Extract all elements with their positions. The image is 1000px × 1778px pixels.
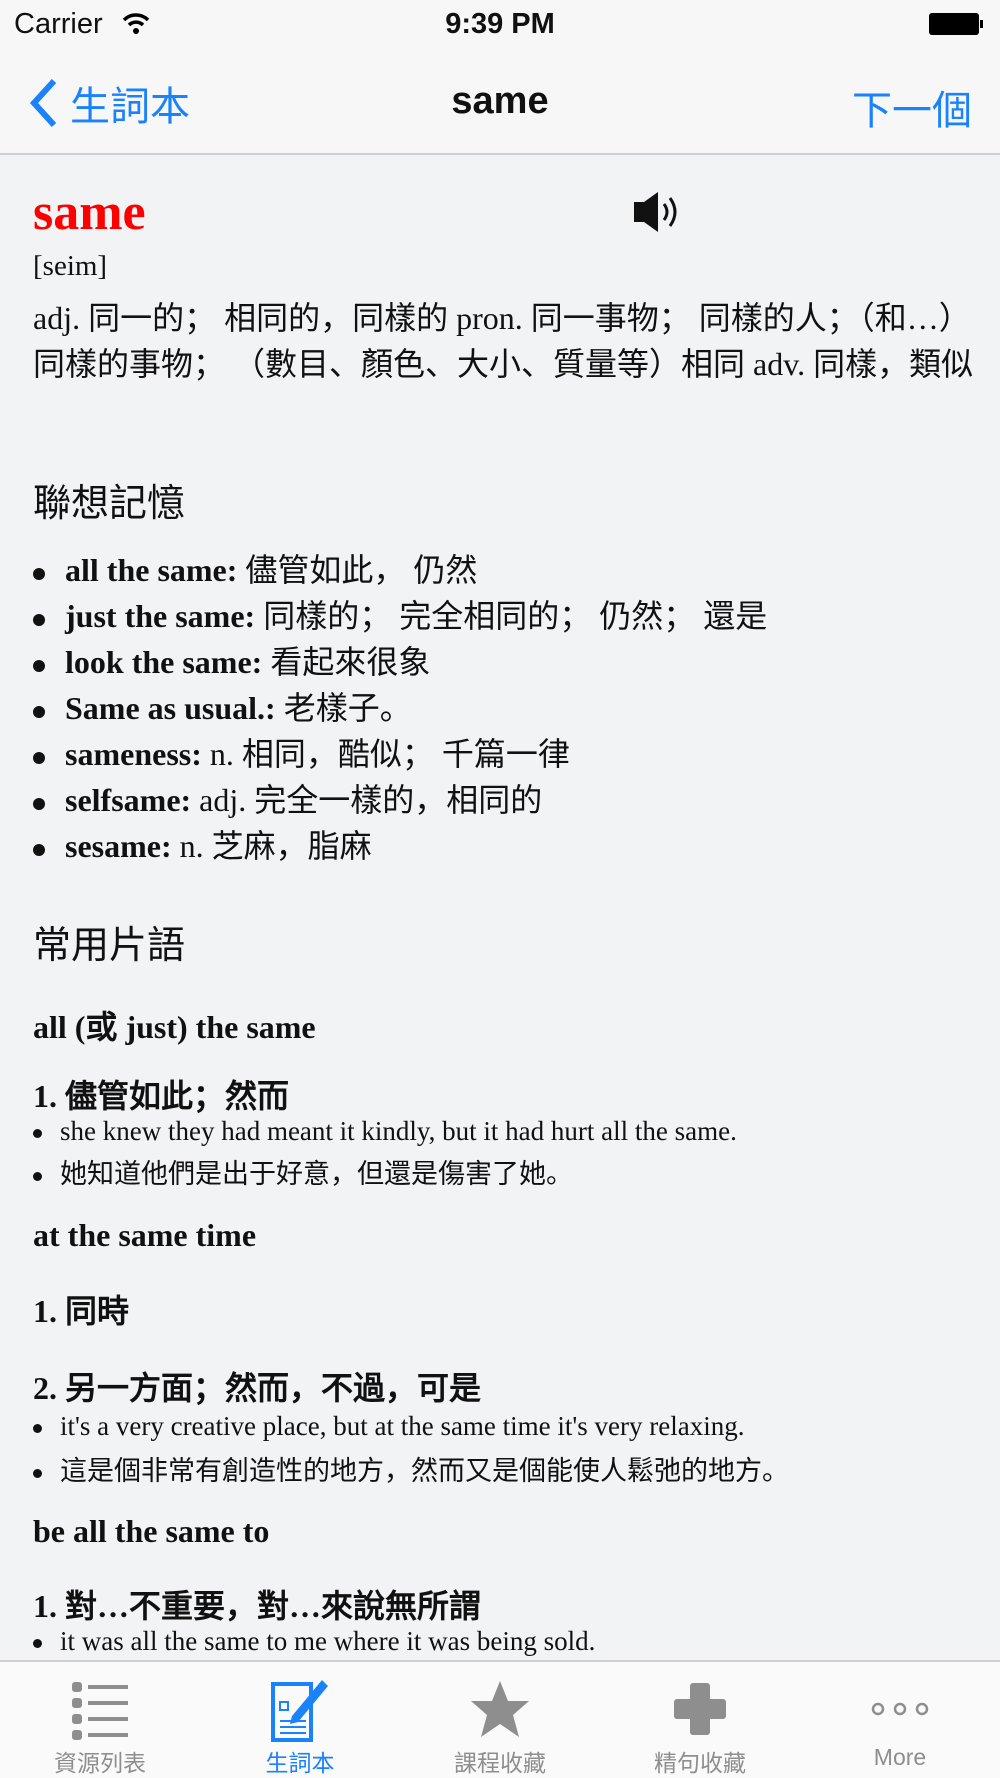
tab-label: 生詞本 bbox=[265, 1750, 335, 1776]
tab-vocabulary[interactable]: 生詞本 bbox=[200, 1662, 400, 1778]
meaning: 看起來很象 bbox=[262, 644, 431, 680]
tab-resources[interactable]: 資源列表 bbox=[0, 1662, 200, 1778]
example: she knew they had meant it kindly, but i… bbox=[33, 1116, 737, 1147]
list-item: selfsame: adj. 完全一樣的，相同的 bbox=[33, 775, 542, 821]
phrase: be all the same to bbox=[33, 1513, 270, 1549]
headword: same bbox=[33, 184, 146, 241]
meaning: n. 芝麻，脂麻 bbox=[171, 828, 372, 864]
assoc-heading: 聯想記憶 bbox=[33, 481, 186, 525]
tab-more[interactable]: More bbox=[800, 1662, 1000, 1778]
definition: adj. 同一的； 相同的，同樣的 pron. 同一事物； 同樣的人；（和…）同… bbox=[33, 300, 974, 382]
sense: 1. 儘管如此；然而 bbox=[33, 1078, 290, 1114]
list-item: just the same: 同樣的； 完全相同的； 仍然； 還是 bbox=[33, 591, 767, 637]
term: sesame: bbox=[65, 828, 172, 864]
list-item: sesame: n. 芝麻，脂麻 bbox=[33, 821, 372, 867]
meaning: 儘管如此， 仍然 bbox=[237, 552, 478, 588]
example: 她知道他們是出于好意，但還是傷害了她。 bbox=[33, 1152, 573, 1191]
tab-label: 精句收藏 bbox=[654, 1750, 746, 1776]
phrase: all (或 just) the same bbox=[33, 1009, 316, 1045]
more-icon bbox=[871, 1702, 929, 1716]
term: Same as usual.: bbox=[65, 690, 276, 726]
tab-course-favorites[interactable]: 課程收藏 bbox=[400, 1662, 600, 1778]
list-icon bbox=[72, 1682, 128, 1740]
star-icon bbox=[471, 1681, 529, 1737]
meaning: 老樣子。 bbox=[275, 690, 412, 726]
tab-bar: 資源列表 生詞本 課程收藏 精句收藏 More bbox=[0, 1660, 1000, 1778]
meaning: n. 相同，酷似； 千篇一律 bbox=[201, 736, 570, 772]
sense: 1. 對…不重要，對…來說無所謂 bbox=[33, 1588, 482, 1624]
sense: 1. 同時 bbox=[33, 1293, 130, 1329]
example: 這是個非常有創造性的地方，然而又是個能使人鬆弛的地方。 bbox=[33, 1449, 789, 1488]
phrase: at the same time bbox=[33, 1217, 257, 1253]
navigation-bar: 生詞本 same 下一個 bbox=[0, 48, 1000, 155]
list-item: Same as usual.: 老樣子。 bbox=[33, 683, 412, 729]
phonetic: [seim] bbox=[33, 250, 108, 282]
page-title: same bbox=[451, 80, 549, 122]
term: selfsame: bbox=[65, 782, 192, 818]
meaning: adj. 完全一樣的，相同的 bbox=[191, 782, 543, 818]
phrase-heading: 常用片語 bbox=[33, 923, 186, 967]
list-item: all the same: 儘管如此， 仍然 bbox=[33, 545, 477, 591]
battery-icon bbox=[929, 13, 983, 35]
term: just the same: bbox=[65, 598, 256, 634]
sense: 2. 另一方面；然而，不過，可是 bbox=[33, 1370, 482, 1406]
notebook-pencil-icon bbox=[271, 1680, 328, 1742]
example: it's a very creative place, but at the s… bbox=[33, 1411, 744, 1442]
list-item: sameness: n. 相同，酷似； 千篇一律 bbox=[33, 729, 570, 775]
tab-label: 課程收藏 bbox=[454, 1750, 546, 1776]
term: look the same: bbox=[65, 644, 263, 680]
status-bar: Carrier 9:39 PM bbox=[0, 0, 1000, 48]
list-item: look the same: 看起來很象 bbox=[33, 637, 430, 683]
meaning: 同樣的； 完全相同的； 仍然； 還是 bbox=[255, 598, 768, 634]
next-button[interactable]: 下一個 bbox=[852, 78, 972, 136]
term: sameness: bbox=[65, 736, 202, 772]
term: all the same: bbox=[65, 552, 238, 588]
tab-label: More bbox=[873, 1744, 927, 1770]
tab-label: 資源列表 bbox=[54, 1750, 146, 1776]
speaker-icon[interactable] bbox=[632, 190, 686, 234]
tab-sentence-favorites[interactable]: 精句收藏 bbox=[600, 1662, 800, 1778]
time-label: 9:39 PM bbox=[445, 8, 555, 40]
example: it was all the same to me where it was b… bbox=[33, 1626, 595, 1657]
plus-icon bbox=[674, 1683, 726, 1735]
